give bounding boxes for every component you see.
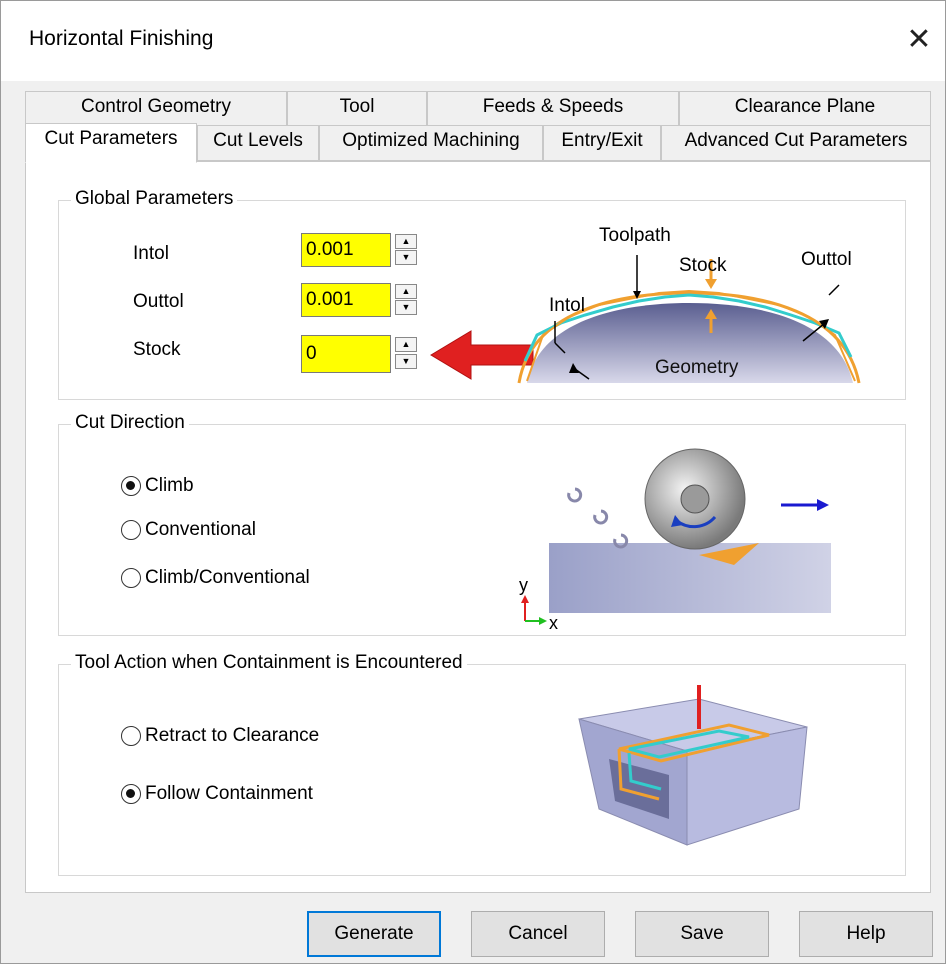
intol-label: Intol (133, 243, 169, 264)
stock-input[interactable] (301, 335, 391, 373)
tab-entry-exit[interactable]: Entry/Exit (543, 125, 661, 161)
cut-direction-diagram: y x (519, 448, 831, 633)
radio-climb-conventional[interactable]: Climb/Conventional (121, 567, 310, 589)
tab-cut-levels[interactable]: Cut Levels (197, 125, 319, 161)
tab-feeds-speeds[interactable]: Feeds & Speeds (427, 91, 679, 125)
radio-icon[interactable] (121, 784, 141, 804)
spin-up-icon[interactable]: ▲ (395, 337, 417, 352)
dialog-window: Horizontal Finishing ✕ Control Geometry … (0, 0, 946, 964)
axis-x-label: x (549, 613, 558, 633)
group-title: Cut Direction (71, 412, 189, 434)
radio-retract-to-clearance[interactable]: Retract to Clearance (121, 725, 319, 747)
intol-input[interactable] (301, 233, 391, 267)
spin-up-icon[interactable]: ▲ (395, 284, 417, 299)
tab-cut-parameters[interactable]: Cut Parameters (25, 123, 197, 163)
radio-label: Climb/Conventional (145, 567, 310, 588)
radio-icon[interactable] (121, 520, 141, 540)
radio-follow-containment[interactable]: Follow Containment (121, 783, 313, 805)
cancel-button[interactable]: Cancel (471, 911, 605, 957)
outtol-input[interactable] (301, 283, 391, 317)
radio-label: Follow Containment (145, 783, 313, 804)
radio-icon[interactable] (121, 568, 141, 588)
containment-diagram (578, 685, 808, 846)
stock-label: Stock (133, 339, 181, 360)
tab-clearance-plane[interactable]: Clearance Plane (679, 91, 931, 125)
radio-icon[interactable] (121, 726, 141, 746)
group-title: Global Parameters (71, 188, 238, 210)
radio-climb[interactable]: Climb (121, 475, 194, 497)
window-title: Horizontal Finishing (29, 27, 214, 50)
spin-down-icon[interactable]: ▼ (395, 300, 417, 315)
tab-advanced-cut-parameters[interactable]: Advanced Cut Parameters (661, 125, 931, 161)
tab-optimized-machining[interactable]: Optimized Machining (319, 125, 543, 161)
tolerance-diagram: Toolpath Stock Outtol Intol Geometry (517, 225, 861, 384)
save-button[interactable]: Save (635, 911, 769, 957)
intol-spinner[interactable]: ▲ ▼ (391, 233, 421, 267)
spin-down-icon[interactable]: ▼ (395, 354, 417, 369)
help-button[interactable]: Help (799, 911, 933, 957)
stock-spinner[interactable]: ▲ ▼ (391, 335, 421, 369)
cut-direction-group: Cut Direction Climb Conventional Climb/C… (58, 412, 906, 636)
tab-panel: Global Parameters Intol ▲ ▼ Outtol ▲ ▼ S… (25, 161, 931, 893)
radio-icon[interactable] (121, 476, 141, 496)
diagram-label-outtol: Outtol (801, 249, 852, 270)
tab-tool[interactable]: Tool (287, 91, 427, 125)
spin-up-icon[interactable]: ▲ (395, 234, 417, 249)
radio-label: Conventional (145, 519, 256, 540)
tab-control-geometry[interactable]: Control Geometry (25, 91, 287, 125)
diagram-label-toolpath: Toolpath (599, 225, 671, 246)
axis-y-label: y (519, 575, 528, 595)
outtol-label: Outtol (133, 291, 184, 312)
diagram-label-stock: Stock (679, 255, 727, 276)
group-title: Tool Action when Containment is Encounte… (71, 652, 467, 674)
outtol-spinner[interactable]: ▲ ▼ (391, 283, 421, 317)
spin-down-icon[interactable]: ▼ (395, 250, 417, 265)
diagram-label-geometry: Geometry (655, 357, 739, 378)
radio-conventional[interactable]: Conventional (121, 519, 256, 541)
radio-label: Climb (145, 475, 194, 496)
tool-action-group: Tool Action when Containment is Encounte… (58, 652, 906, 876)
diagram-label-intol: Intol (549, 295, 585, 316)
global-parameters-group: Global Parameters Intol ▲ ▼ Outtol ▲ ▼ S… (58, 188, 906, 400)
close-icon[interactable]: ✕ (899, 21, 939, 61)
title-bar: Horizontal Finishing ✕ (1, 1, 945, 81)
generate-button[interactable]: Generate (307, 911, 441, 957)
radio-label: Retract to Clearance (145, 725, 320, 746)
